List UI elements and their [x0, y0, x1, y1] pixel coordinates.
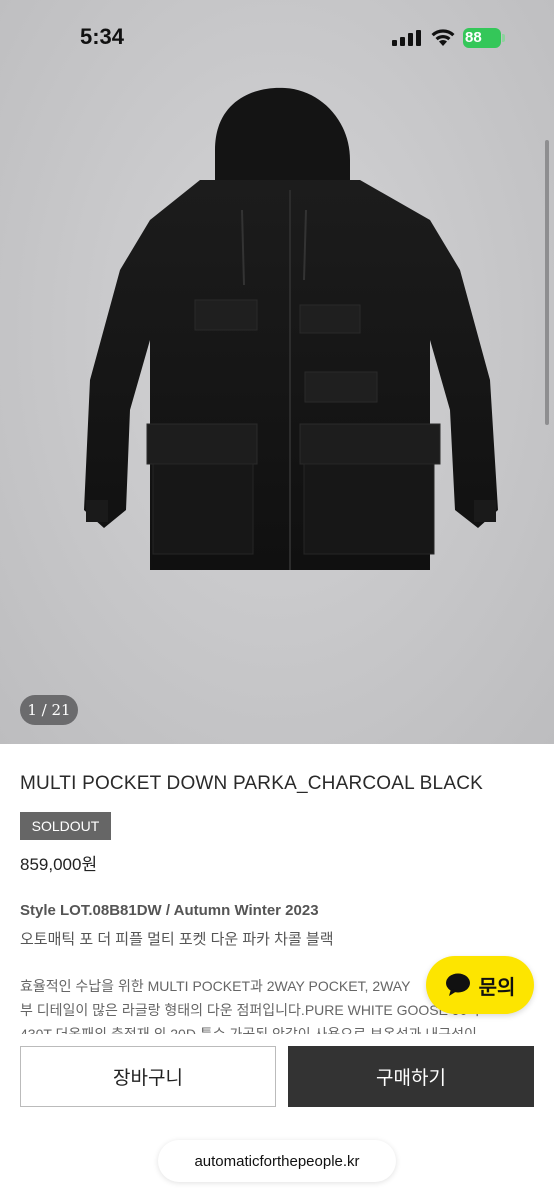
bottom-action-bar: 장바구니 구매하기 automaticforthepeople.kr: [0, 1034, 554, 1200]
chat-bubble-icon: [445, 973, 470, 996]
status-bar: 5:34 88: [0, 0, 554, 76]
gallery-counter: 1 / 21: [20, 695, 78, 725]
product-title: MULTI POCKET DOWN PARKA_CHARCOAL BLACK: [20, 773, 483, 794]
battery-icon: 88: [463, 28, 505, 48]
battery-level: 88: [465, 29, 482, 46]
product-photo-parka: [84, 87, 498, 570]
product-price: 859,000원: [20, 855, 98, 874]
status-time: 5:34: [80, 24, 125, 49]
cellular-signal-icon: [392, 30, 421, 46]
inquiry-chat-label: 문의: [478, 976, 516, 999]
soldout-badge: SOLDOUT: [20, 812, 111, 840]
description-line: 430T 더옥패의 축적재 외 20D 특수 가공된 안감이 사용으로 보온성과…: [20, 1026, 477, 1034]
product-style-line: Style LOT.08B81DW / Autumn Winter 2023: [20, 902, 319, 919]
browser-url-bar[interactable]: automaticforthepeople.kr: [158, 1140, 396, 1182]
product-image-gallery[interactable]: 5:34 88 1 / 21: [0, 0, 554, 744]
wifi-icon: [431, 29, 455, 46]
inquiry-chat-button[interactable]: 문의: [426, 956, 534, 1014]
buy-now-button[interactable]: 구매하기: [288, 1046, 534, 1107]
product-subtitle: 오토매틱 포 더 피플 멀티 포켓 다운 파카 차콜 블랙: [20, 931, 334, 948]
add-to-cart-button[interactable]: 장바구니: [20, 1046, 276, 1107]
scroll-indicator: [545, 140, 549, 425]
